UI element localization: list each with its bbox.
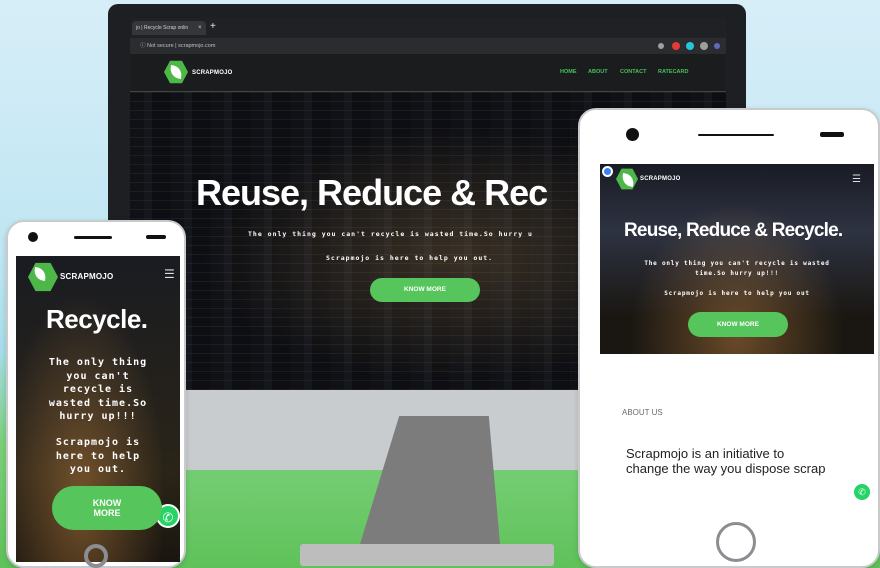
logo-text[interactable]: SCRAPMOJO	[60, 272, 113, 281]
phone-small-screen: SCRAPMOJO ☰ Recycle. The only thing you …	[16, 256, 180, 562]
nav-home[interactable]: HOME	[560, 69, 577, 75]
monitor-base	[300, 544, 554, 566]
browser-tab-title: jo | Recycle Scrap onlin	[136, 25, 189, 31]
extension-icon[interactable]	[714, 43, 720, 49]
hero-title: Reuse, Reduce & Recycle.	[624, 220, 843, 241]
subtitle-line: recycle is	[62, 384, 134, 395]
nav-contact[interactable]: CONTACT	[620, 69, 646, 75]
hamburger-menu-icon[interactable]: ☰	[852, 174, 861, 186]
logo-text[interactable]: SCRAPMOJO	[640, 176, 680, 182]
phone-sensor	[146, 235, 166, 239]
know-more-button[interactable]: KNOW MORE	[688, 312, 788, 337]
phone-home-button[interactable]	[716, 522, 756, 562]
hero-subtitle-1b: time.So hurry up!!!	[695, 270, 779, 277]
subtitle-line: you can't	[66, 370, 130, 382]
about-us-label: ABOUT US	[622, 408, 663, 417]
subtitle-line: Scrapmojo is	[55, 437, 141, 448]
phone-speaker	[698, 134, 774, 136]
hero-title: Recycle.	[46, 304, 148, 334]
new-tab-icon[interactable]: +	[210, 21, 216, 33]
know-more-button[interactable]: KNOW MORE	[370, 278, 480, 302]
phone-camera	[28, 232, 38, 242]
star-icon[interactable]	[658, 43, 664, 49]
compass-icon[interactable]	[602, 166, 613, 177]
nav-ratecard[interactable]: RATECARD	[658, 69, 688, 75]
phone-speaker	[74, 236, 112, 239]
subtitle-line: hurry up!!!	[59, 411, 137, 422]
hero-subtitle-1: The only thing you can't recycle is wast…	[248, 230, 533, 238]
extension-icon[interactable]	[686, 42, 694, 50]
phone-home-button[interactable]	[84, 544, 108, 568]
profile-icon[interactable]	[700, 42, 708, 50]
phone-sensor	[820, 132, 844, 137]
subtitle-line: here to help	[55, 450, 141, 462]
scrapmojo-logo-icon[interactable]	[164, 60, 188, 84]
hero-subtitle-1: The only thing you can't recycle is wast…	[16, 356, 180, 424]
about-line: change the way you dispose scrap	[626, 461, 826, 476]
extension-icon[interactable]	[672, 42, 680, 50]
phone-small: SCRAPMOJO ☰ Recycle. The only thing you …	[6, 220, 186, 568]
browser-tabbar: jo | Recycle Scrap onlin × +	[130, 18, 726, 38]
know-more-button[interactable]: KNOW MORE	[52, 486, 162, 530]
tab-close-icon[interactable]: ×	[198, 21, 202, 35]
address-text: ⓘ Not secure | scrapmojo.com	[140, 43, 216, 49]
address-bar[interactable]: ⓘ Not secure | scrapmojo.com	[130, 38, 726, 54]
hero-subtitle-2: Scrapmojo is here to help you out	[664, 290, 810, 297]
hero-subtitle-1a: The only thing you can't recycle is wast…	[644, 260, 830, 267]
about-line: Scrapmojo is an initiative to	[626, 446, 785, 461]
phone-large: SCRAPMOJO ☰ Reuse, Reduce & Recycle. The…	[578, 108, 880, 568]
hero-subtitle-2: Scrapmojo is here to help you out.	[16, 436, 180, 477]
logo-text[interactable]: SCRAPMOJO	[192, 70, 232, 76]
whatsapp-icon[interactable]: ✆	[854, 484, 870, 500]
browser-tab[interactable]: jo | Recycle Scrap onlin ×	[132, 21, 206, 35]
nav-about[interactable]: ABOUT	[588, 69, 608, 75]
phone-camera	[626, 128, 639, 141]
subtitle-line: you out.	[69, 464, 127, 475]
phone-large-screen: SCRAPMOJO ☰ Reuse, Reduce & Recycle. The…	[600, 164, 874, 504]
site-navbar: SCRAPMOJO HOME ABOUT CONTACT RATECARD	[130, 54, 726, 92]
hero-subtitle-2: Scrapmojo is here to help you out.	[326, 254, 494, 262]
subtitle-line: The only thing	[48, 357, 148, 368]
button-label: MORE	[93, 508, 121, 518]
hamburger-menu-icon[interactable]: ☰	[164, 268, 175, 280]
button-label: KNOW	[92, 498, 122, 508]
about-us-text: Scrapmojo is an initiative to change the…	[626, 446, 825, 476]
subtitle-line: wasted time.So	[48, 397, 148, 409]
hero-title: Reuse, Reduce & Rec	[196, 172, 548, 213]
